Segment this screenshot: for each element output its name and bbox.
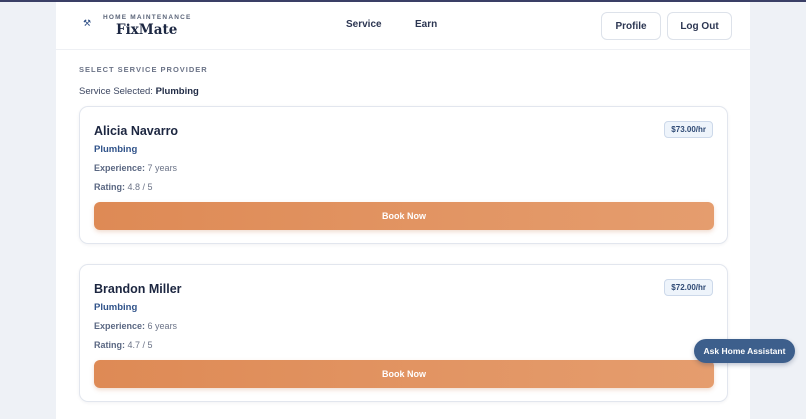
service-selected-line: Service Selected: Plumbing [79,86,199,97]
logout-button[interactable]: Log Out [667,12,732,40]
price-badge: $73.00/hr [664,121,713,138]
provider-card: Brandon Miller $72.00/hr Plumbing Experi… [79,264,728,402]
rating-label: Rating: [94,182,125,192]
provider-experience: Experience: 6 years [94,321,177,331]
experience-value: 6 years [147,321,178,331]
provider-rating: Rating: 4.7 / 5 [94,340,153,350]
rating-label: Rating: [94,340,125,350]
page-container: ⚒ HOME MAINTENANCE FixMate Service Earn … [56,2,750,419]
brand-logo[interactable]: ⚒ HOME MAINTENANCE FixMate [82,14,192,38]
experience-label: Experience: [94,321,146,331]
rating-value: 4.8 / 5 [127,182,153,192]
brand-tagline: HOME MAINTENANCE [103,14,192,21]
provider-card: Alicia Navarro $73.00/hr Plumbing Experi… [79,106,728,244]
ask-home-assistant-button[interactable]: Ask Home Assistant [694,339,795,363]
brand-text: HOME MAINTENANCE FixMate [103,14,192,38]
book-now-button[interactable]: Book Now [94,202,714,230]
house-wrench-icon: ⚒ [82,18,92,28]
provider-name: Alicia Navarro [94,124,179,138]
experience-value: 7 years [147,163,178,173]
brand-name: FixMate [116,22,178,38]
experience-label: Experience: [94,163,146,173]
provider-name: Brandon Miller [94,282,182,296]
provider-specialty: Plumbing [94,144,138,155]
service-selected-value: Plumbing [155,86,199,97]
provider-experience: Experience: 7 years [94,163,177,173]
provider-rating: Rating: 4.8 / 5 [94,182,153,192]
nav-earn[interactable]: Earn [415,19,437,30]
book-now-button[interactable]: Book Now [94,360,714,388]
rating-value: 4.7 / 5 [127,340,153,350]
service-selected-label: Service Selected: [79,86,153,97]
price-badge: $72.00/hr [664,279,713,296]
profile-button[interactable]: Profile [601,12,661,40]
section-heading: SELECT SERVICE PROVIDER [79,65,208,74]
nav-service[interactable]: Service [346,19,382,30]
top-header: ⚒ HOME MAINTENANCE FixMate Service Earn … [56,2,750,50]
provider-specialty: Plumbing [94,302,138,313]
